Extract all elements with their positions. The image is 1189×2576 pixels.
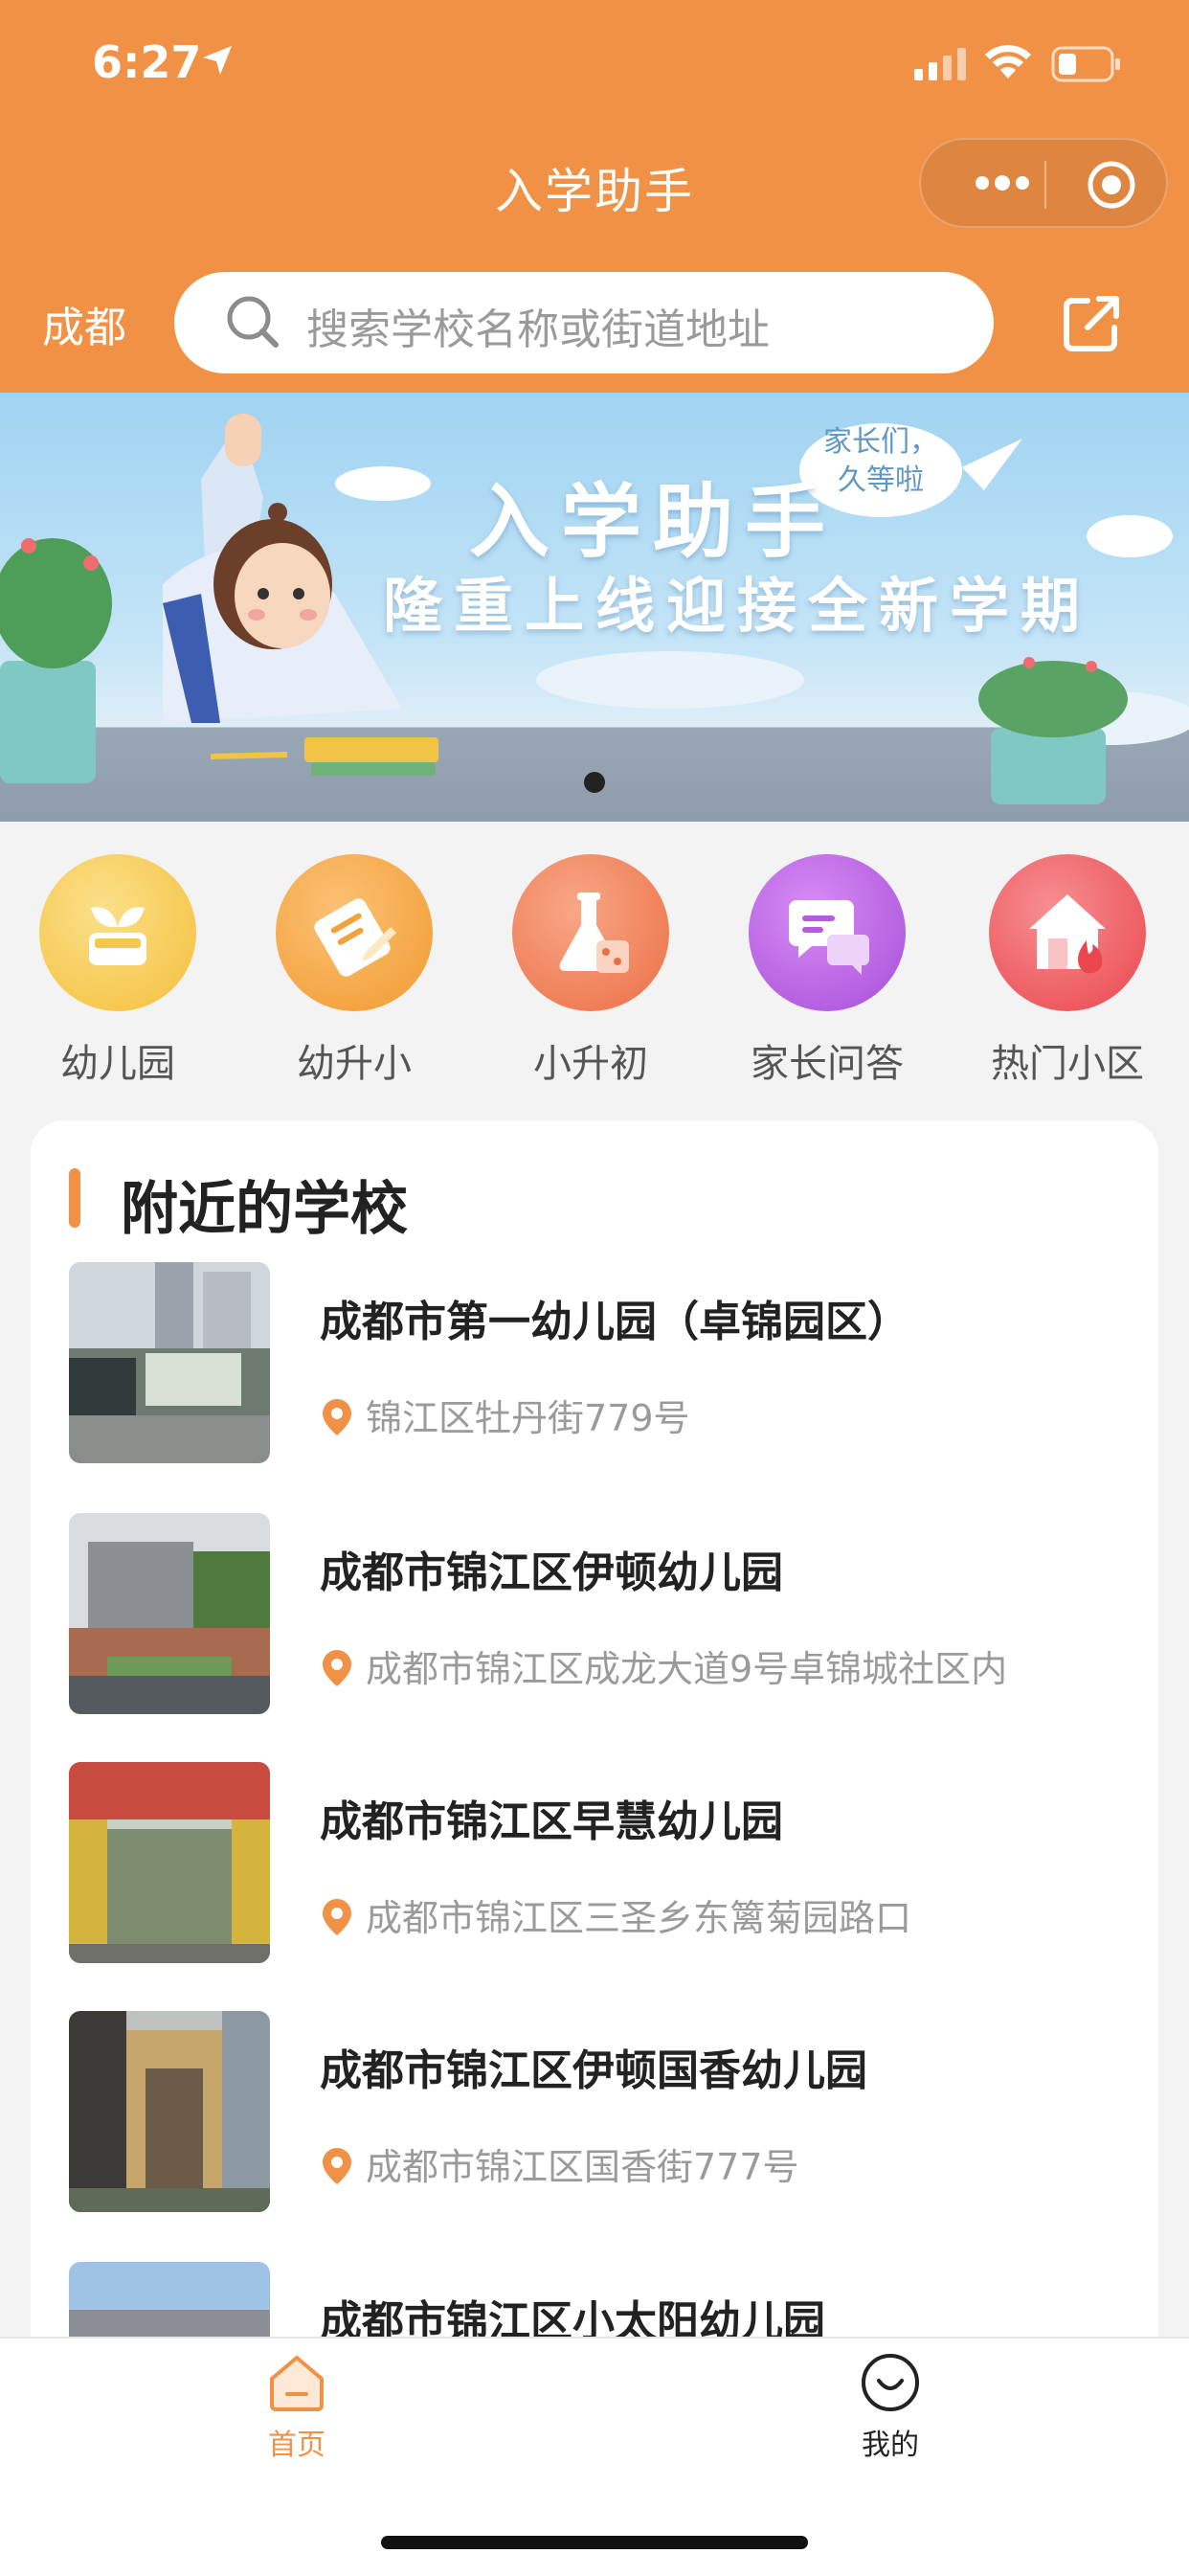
chat-bubbles-icon: [789, 900, 869, 975]
category-icon-bg: [749, 854, 906, 1011]
location-arrow-icon: [203, 46, 232, 75]
search-input[interactable]: 搜索学校名称或街道地址: [174, 272, 994, 373]
search-placeholder: 搜索学校名称或街道地址: [306, 305, 770, 354]
location-pin-icon: [323, 1398, 351, 1435]
school-name: 成都市锦江区伊顿国香幼儿园: [320, 2046, 867, 2095]
category-icon-bg: [276, 854, 433, 1011]
banner-title: 入学助手: [469, 475, 838, 569]
school-photo: [69, 1262, 270, 1463]
category-icon-bg: [39, 854, 196, 1011]
category-kindergarten-to-primary[interactable]: 幼升小: [273, 854, 436, 1088]
smiley-profile-icon: [862, 2354, 919, 2411]
cellular-signal-icon: [914, 48, 966, 80]
capsule-divider: [1044, 161, 1046, 209]
status-time: 6:27: [92, 36, 202, 88]
location-pin-icon: [323, 1898, 351, 1935]
school-photo: [69, 2011, 270, 2212]
category-label: 小升初: [533, 1042, 648, 1086]
category-label: 热门小区: [991, 1042, 1144, 1086]
location-pin-icon: [323, 1649, 351, 1686]
school-address: 锦江区牡丹街779号: [320, 1389, 690, 1441]
tab-home[interactable]: 首页: [201, 2352, 393, 2463]
category-icon-bg: [989, 854, 1146, 1011]
house-fire-icon: [1029, 894, 1106, 974]
tab-home-label: 首页: [268, 2429, 325, 2462]
section-accent-bar: [69, 1168, 80, 1228]
school-address-text: 成都市锦江区三圣乡东篱菊园路口: [366, 1897, 912, 1939]
school-name: 成都市第一幼儿园（卓锦园区）: [320, 1298, 909, 1346]
category-label: 幼升小: [297, 1042, 412, 1086]
school-name: 成都市锦江区早慧幼儿园: [320, 1797, 783, 1846]
search-icon: [227, 296, 279, 348]
close-miniprogram-icon[interactable]: [1086, 159, 1137, 211]
school-photo: [69, 1762, 270, 1963]
school-address: 成都市锦江区成龙大道9号卓锦城社区内: [320, 1639, 1007, 1692]
school-address: 成都市锦江区国香街777号: [320, 2137, 799, 2190]
nearby-schools-card: 附近的学校 成都市第一幼儿园（卓锦园区） 锦江区牡丹街779号 成都市锦江区伊顿…: [31, 1120, 1158, 2480]
school-list-item[interactable]: 成都市锦江区伊顿幼儿园 成都市锦江区成龙大道9号卓锦城社区内: [69, 1513, 1122, 1714]
home-icon: [270, 2356, 324, 2411]
tab-mine[interactable]: 我的: [795, 2352, 986, 2463]
category-label: 幼儿园: [60, 1042, 175, 1086]
wifi-icon: [985, 45, 1031, 79]
category-icon-bg: [512, 854, 669, 1011]
category-hot-communities[interactable]: 热门小区: [986, 854, 1149, 1088]
pencil-icon: [314, 898, 396, 977]
share-icon[interactable]: [1061, 293, 1122, 354]
school-photo: [69, 1513, 270, 1714]
school-address-text: 成都市锦江区成龙大道9号卓锦城社区内: [366, 1648, 1008, 1690]
school-address-text: 成都市锦江区国香街777号: [366, 2146, 799, 2188]
city-selector[interactable]: 成都: [42, 293, 126, 354]
battery-icon: [1051, 46, 1120, 82]
flask-icon: [559, 893, 629, 973]
tab-mine-label: 我的: [862, 2429, 919, 2462]
category-kindergarten[interactable]: 幼儿园: [36, 854, 199, 1088]
section-title: 附近的学校: [121, 1176, 408, 1243]
school-address-text: 锦江区牡丹街779号: [366, 1397, 690, 1439]
category-primary-to-middle[interactable]: 小升初: [509, 854, 672, 1088]
more-dots-icon[interactable]: [959, 169, 1045, 197]
category-label: 家长问答: [751, 1042, 904, 1086]
promo-banner[interactable]: 家长们， 久等啦 入学助手 隆重上线迎接全新学期: [0, 393, 1189, 822]
sprout-pot-icon: [89, 907, 146, 965]
school-name: 成都市锦江区伊顿幼儿园: [320, 1548, 783, 1597]
app-header: 6:27 入学助手 成都 搜索学校名称或街道地址: [0, 0, 1189, 393]
school-list-item[interactable]: 成都市锦江区伊顿国香幼儿园 成都市锦江区国香街777号: [69, 2011, 1122, 2212]
home-indicator: [381, 2536, 808, 2549]
miniprogram-capsule: [919, 138, 1168, 228]
category-parent-qa[interactable]: 家长问答: [746, 854, 909, 1088]
school-address: 成都市锦江区三圣乡东篱菊园路口: [320, 1888, 911, 1941]
school-list-item[interactable]: 成都市锦江区早慧幼儿园 成都市锦江区三圣乡东篱菊园路口: [69, 1762, 1122, 1963]
location-pin-icon: [323, 2147, 351, 2184]
banner-subtitle: 隆重上线迎接全新学期: [383, 571, 1092, 641]
bubble-line-1: 家长们，: [823, 425, 938, 459]
carousel-indicator: [584, 772, 605, 793]
school-list-item[interactable]: 成都市第一幼儿园（卓锦园区） 锦江区牡丹街779号: [69, 1262, 1122, 1463]
